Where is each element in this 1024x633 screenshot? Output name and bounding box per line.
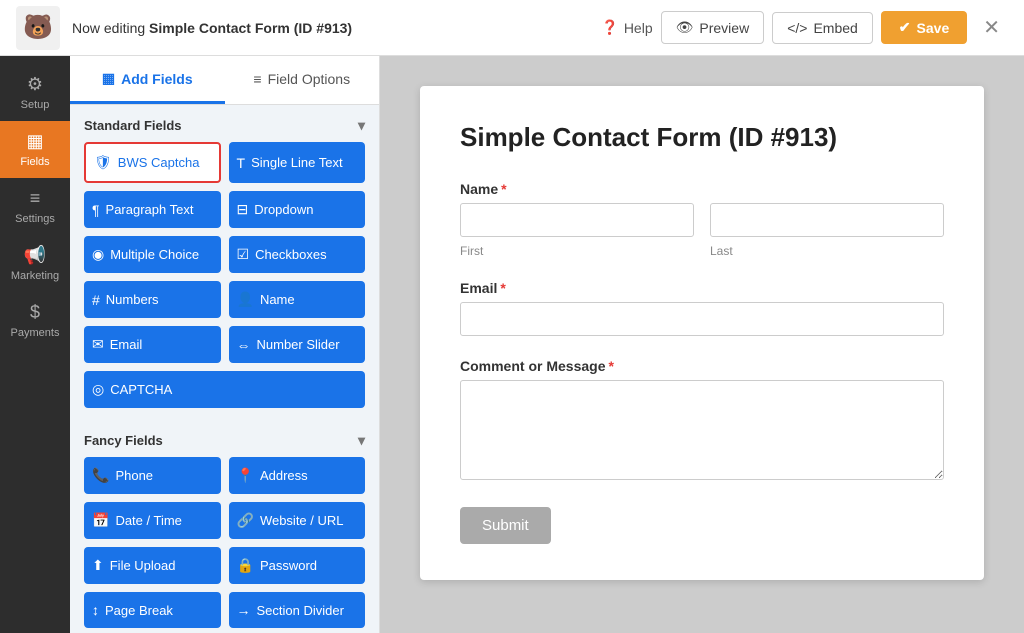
field-options-icon: ≡ [253,71,261,87]
sidebar-label-payments: Payments [11,327,60,339]
save-button[interactable]: ✔ Save [881,11,967,44]
field-btn-paragraph-text[interactable]: ¶ Paragraph Text [84,191,221,228]
field-btn-checkboxes[interactable]: ☑ Checkboxes [229,236,366,273]
checkboxes-icon: ☑ [237,246,250,263]
sidebar-item-fields[interactable]: ▦ Fields [0,121,70,178]
field-btn-numbers[interactable]: # Numbers [84,281,221,318]
gear-icon: ⚙ [27,74,43,95]
main-content: ⚙ Setup ▦ Fields ≡ Settings 📢 Marketing … [0,56,1024,633]
payments-icon: $ [30,302,40,323]
name-sublabels: First Last [460,241,944,258]
name-label: Name* [460,181,944,197]
form-card: Simple Contact Form (ID #913) Name* Firs… [420,86,984,580]
name-first-input[interactable] [460,203,694,237]
paragraph-text-icon: ¶ [92,202,100,218]
field-btn-section-divider[interactable]: → Section Divider [229,592,366,628]
name-inputs-row [460,203,944,237]
field-btn-file-upload[interactable]: ⬆ File Upload [84,547,221,584]
form-title: Simple Contact Form (ID #913) [460,122,944,153]
eye-icon: 👁 [676,19,694,36]
tab-field-options[interactable]: ≡ Field Options [225,56,380,104]
help-button[interactable]: ❓ Help [601,19,652,36]
fancy-fields-header[interactable]: Fancy Fields ▾ [70,420,379,457]
sidebar-item-marketing[interactable]: 📢 Marketing [0,235,70,292]
email-icon: ✉ [92,336,104,353]
multiple-choice-icon: ◉ [92,246,104,263]
first-sublabel: First [460,244,694,258]
phone-icon: 📞 [92,467,109,484]
email-input[interactable] [460,302,944,336]
check-icon: ✔ [899,19,911,36]
sidebar-label-marketing: Marketing [11,270,59,282]
code-icon: </> [787,20,807,36]
email-label: Email* [460,280,944,296]
number-slider-icon: ⇔ [237,337,251,353]
website-url-icon: 🔗 [237,512,254,529]
name-icon: 👤 [237,291,254,308]
field-btn-bws-captcha[interactable]: 🛡 BWS Captcha [84,142,221,183]
field-btn-number-slider[interactable]: ⇔ Number Slider [229,326,366,363]
sidebar-item-setup[interactable]: ⚙ Setup [0,64,70,121]
last-sublabel: Last [710,244,944,258]
name-last-input[interactable] [710,203,944,237]
sidebar-item-payments[interactable]: $ Payments [0,292,70,349]
numbers-icon: # [92,292,100,308]
sidebar-label-settings: Settings [15,213,55,225]
message-label: Comment or Message* [460,358,944,374]
fields-icon: ▦ [26,131,43,152]
message-textarea[interactable] [460,380,944,480]
field-btn-address[interactable]: 📍 Address [229,457,366,494]
close-button[interactable]: ✕ [975,11,1008,44]
tab-add-fields[interactable]: ▦ Add Fields [70,56,225,104]
panel-tabs: ▦ Add Fields ≡ Field Options [70,56,379,105]
name-field-group: Name* First Last [460,181,944,258]
sidebar-item-settings[interactable]: ≡ Settings [0,178,70,235]
add-fields-icon: ▦ [102,70,115,87]
field-btn-page-break[interactable]: ↕ Page Break [84,592,221,628]
settings-icon: ≡ [30,188,41,209]
sidebar-label-setup: Setup [21,99,50,111]
app-logo: 🐻 [16,6,60,50]
help-icon: ❓ [601,19,618,36]
date-time-icon: 📅 [92,512,109,529]
field-btn-single-line-text[interactable]: T Single Line Text [229,142,366,183]
page-break-icon: ↕ [92,602,99,618]
section-divider-icon: → [237,602,251,618]
chevron-down-icon-fancy: ▾ [358,432,365,449]
field-btn-captcha[interactable]: ◎ CAPTCHA [84,371,365,408]
field-btn-email[interactable]: ✉ Email [84,326,221,363]
bws-captcha-icon: 🛡 [94,154,112,171]
form-preview-area: Simple Contact Form (ID #913) Name* Firs… [380,56,1024,633]
address-icon: 📍 [237,467,254,484]
message-field-group: Comment or Message* [460,358,944,485]
submit-button[interactable]: Submit [460,507,551,544]
marketing-icon: 📢 [24,245,46,266]
file-upload-icon: ⬆ [92,557,104,574]
embed-button[interactable]: </> Embed [772,12,873,44]
top-bar-actions: ❓ Help 👁 Preview </> Embed ✔ Save ✕ [601,11,1008,44]
fancy-fields-grid: 📞 Phone 📍 Address 📅 Date / Time 🔗 Websit… [70,457,379,633]
editing-title: Now editing Simple Contact Form (ID #913… [72,20,589,36]
email-field-group: Email* [460,280,944,336]
field-btn-password[interactable]: 🔒 Password [229,547,366,584]
field-btn-multiple-choice[interactable]: ◉ Multiple Choice [84,236,221,273]
dropdown-icon: ⊟ [237,201,249,218]
sidebar-nav: ⚙ Setup ▦ Fields ≡ Settings 📢 Marketing … [0,56,70,633]
preview-button[interactable]: 👁 Preview [661,11,765,44]
password-icon: 🔒 [237,557,254,574]
field-btn-name[interactable]: 👤 Name [229,281,366,318]
standard-fields-grid: 🛡 BWS Captcha T Single Line Text ¶ Parag… [70,142,379,420]
fields-panel: ▦ Add Fields ≡ Field Options Standard Fi… [70,56,380,633]
field-btn-phone[interactable]: 📞 Phone [84,457,221,494]
field-btn-date-time[interactable]: 📅 Date / Time [84,502,221,539]
field-btn-website-url[interactable]: 🔗 Website / URL [229,502,366,539]
single-line-text-icon: T [237,155,246,171]
chevron-down-icon: ▾ [358,117,365,134]
captcha-icon: ◎ [92,381,104,398]
top-bar: 🐻 Now editing Simple Contact Form (ID #9… [0,0,1024,56]
sidebar-label-fields: Fields [20,156,49,168]
standard-fields-header[interactable]: Standard Fields ▾ [70,105,379,142]
field-btn-dropdown[interactable]: ⊟ Dropdown [229,191,366,228]
